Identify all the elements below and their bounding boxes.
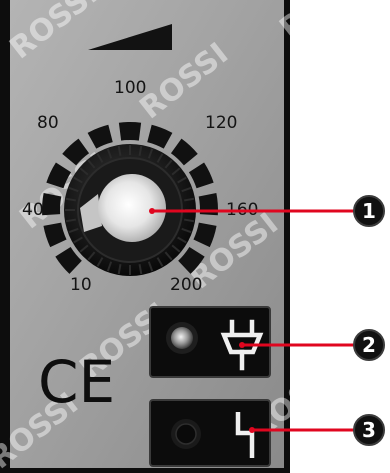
callout-badge-3: 3 (353, 414, 385, 446)
leader-dot-1 (149, 208, 155, 214)
callout-badge-1: 1 (353, 195, 385, 227)
control-panel-diagram: ROSSIROSSIROSSIROSSIROSSIROSSIROSSIROSSI… (0, 0, 390, 473)
power-indicator-panel (149, 306, 271, 378)
dial-label-120: 120 (205, 113, 237, 133)
dial-label-40: 40 (22, 200, 44, 220)
dial-label-200: 200 (170, 275, 202, 295)
power-led (171, 327, 193, 349)
scale-segment (118, 122, 142, 141)
ce-mark: CE (38, 348, 115, 416)
leader-dot-2 (239, 342, 245, 348)
watermark-text: ROSSI (273, 0, 375, 46)
fault-led (175, 423, 197, 445)
callout-number-2: 2 (362, 333, 376, 357)
knob-cap (98, 174, 166, 242)
callout-badge-2: 2 (353, 329, 385, 361)
scale-segment (42, 193, 62, 216)
leader-dot-3 (249, 427, 255, 433)
dial-label-100: 100 (114, 78, 146, 98)
dial-label-10: 10 (70, 275, 92, 295)
callout-number-3: 3 (362, 418, 376, 442)
callout-number-1: 1 (362, 199, 376, 223)
dial-label-80: 80 (37, 113, 59, 133)
